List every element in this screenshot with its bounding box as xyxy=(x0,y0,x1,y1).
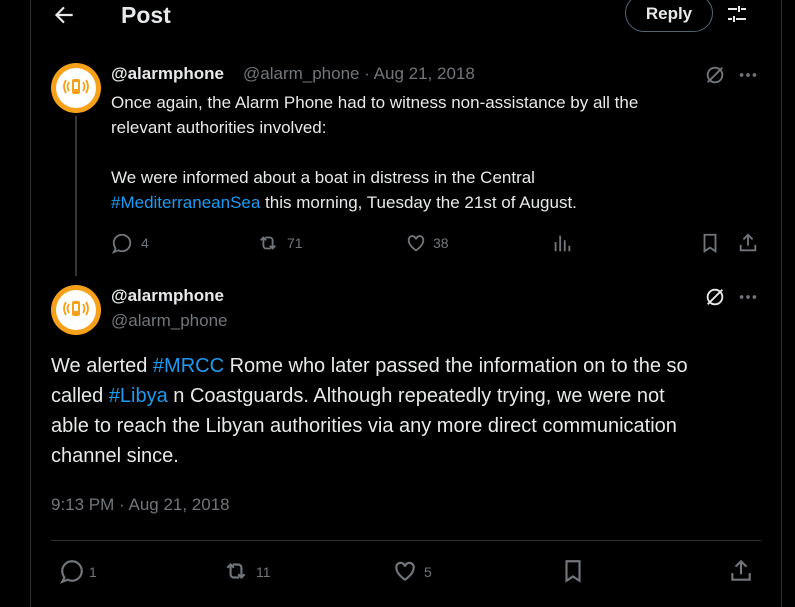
header: Post Reply xyxy=(31,0,781,34)
post-text-line: channel since. xyxy=(51,445,179,467)
post-column: Post Reply @alarmphone @alarm_phone · Au… xyxy=(30,0,782,607)
reply-button[interactable]: Reply xyxy=(625,0,713,32)
alarm-phone-logo-icon xyxy=(56,290,96,330)
post-text-line: able to reach the Libyan authorities via… xyxy=(51,415,677,437)
post-text-span: n Coastguards. Although repeatedly tryin… xyxy=(167,385,665,407)
reply-count: 1 xyxy=(89,564,97,580)
post-text-line: relevant authorities involved: xyxy=(111,118,327,137)
avatar[interactable] xyxy=(51,63,101,113)
post-text-line: We alerted #MRCC Rome who later passed t… xyxy=(51,351,688,381)
thread-line xyxy=(75,116,77,276)
avatar[interactable] xyxy=(51,285,101,335)
hashtag-link[interactable]: #MediterraneanSea xyxy=(111,193,260,212)
divider xyxy=(51,540,761,541)
author-name[interactable]: @alarmphone xyxy=(111,64,224,84)
like-icon[interactable] xyxy=(392,558,418,584)
bookmark-icon[interactable] xyxy=(560,558,586,584)
repost-icon[interactable] xyxy=(223,558,249,584)
back-arrow-icon[interactable] xyxy=(51,2,77,28)
alarm-phone-logo-icon xyxy=(56,68,96,108)
post-text-span: We alerted xyxy=(51,355,153,377)
grok-icon[interactable] xyxy=(704,286,726,308)
post-text-span: called xyxy=(51,385,109,407)
like-icon[interactable] xyxy=(405,232,427,254)
post-timestamp[interactable]: 9:13 PM · Aug 21, 2018 xyxy=(51,495,230,515)
post-text-line: #MediterraneanSea this morning, Tuesday … xyxy=(111,190,577,215)
post-text-line: called #Libya n Coastguards. Although re… xyxy=(51,381,665,411)
repost-count: 71 xyxy=(287,235,303,251)
author-meta[interactable]: @alarm_phone · Aug 21, 2018 xyxy=(243,64,475,84)
post-text-span: Rome who later passed the information on… xyxy=(224,355,688,377)
reply-icon[interactable] xyxy=(111,232,133,254)
hashtag-link[interactable]: #Libya xyxy=(109,385,168,407)
author-name[interactable]: @alarmphone xyxy=(111,286,224,306)
reply-count: 4 xyxy=(141,235,149,251)
author-handle[interactable]: @alarm_phone xyxy=(111,311,228,331)
more-icon[interactable] xyxy=(737,64,759,86)
post-text-span: this morning, Tuesday the 21st of August… xyxy=(260,193,577,212)
views-icon[interactable] xyxy=(551,232,573,254)
reply-icon[interactable] xyxy=(59,558,85,584)
sliders-icon[interactable] xyxy=(725,2,749,26)
repost-icon[interactable] xyxy=(257,232,279,254)
like-count: 5 xyxy=(424,564,432,580)
bookmark-icon[interactable] xyxy=(699,232,721,254)
page-title: Post xyxy=(121,2,171,28)
post-text-line: Once again, the Alarm Phone had to witne… xyxy=(111,93,639,112)
repost-count: 11 xyxy=(256,564,271,580)
share-icon[interactable] xyxy=(737,232,759,254)
post-text-line: We were informed about a boat in distres… xyxy=(111,168,535,187)
share-icon[interactable] xyxy=(728,558,754,584)
grok-icon[interactable] xyxy=(704,64,726,86)
hashtag-link[interactable]: #MRCC xyxy=(153,355,224,377)
like-count: 38 xyxy=(433,235,449,251)
more-icon[interactable] xyxy=(737,286,759,308)
